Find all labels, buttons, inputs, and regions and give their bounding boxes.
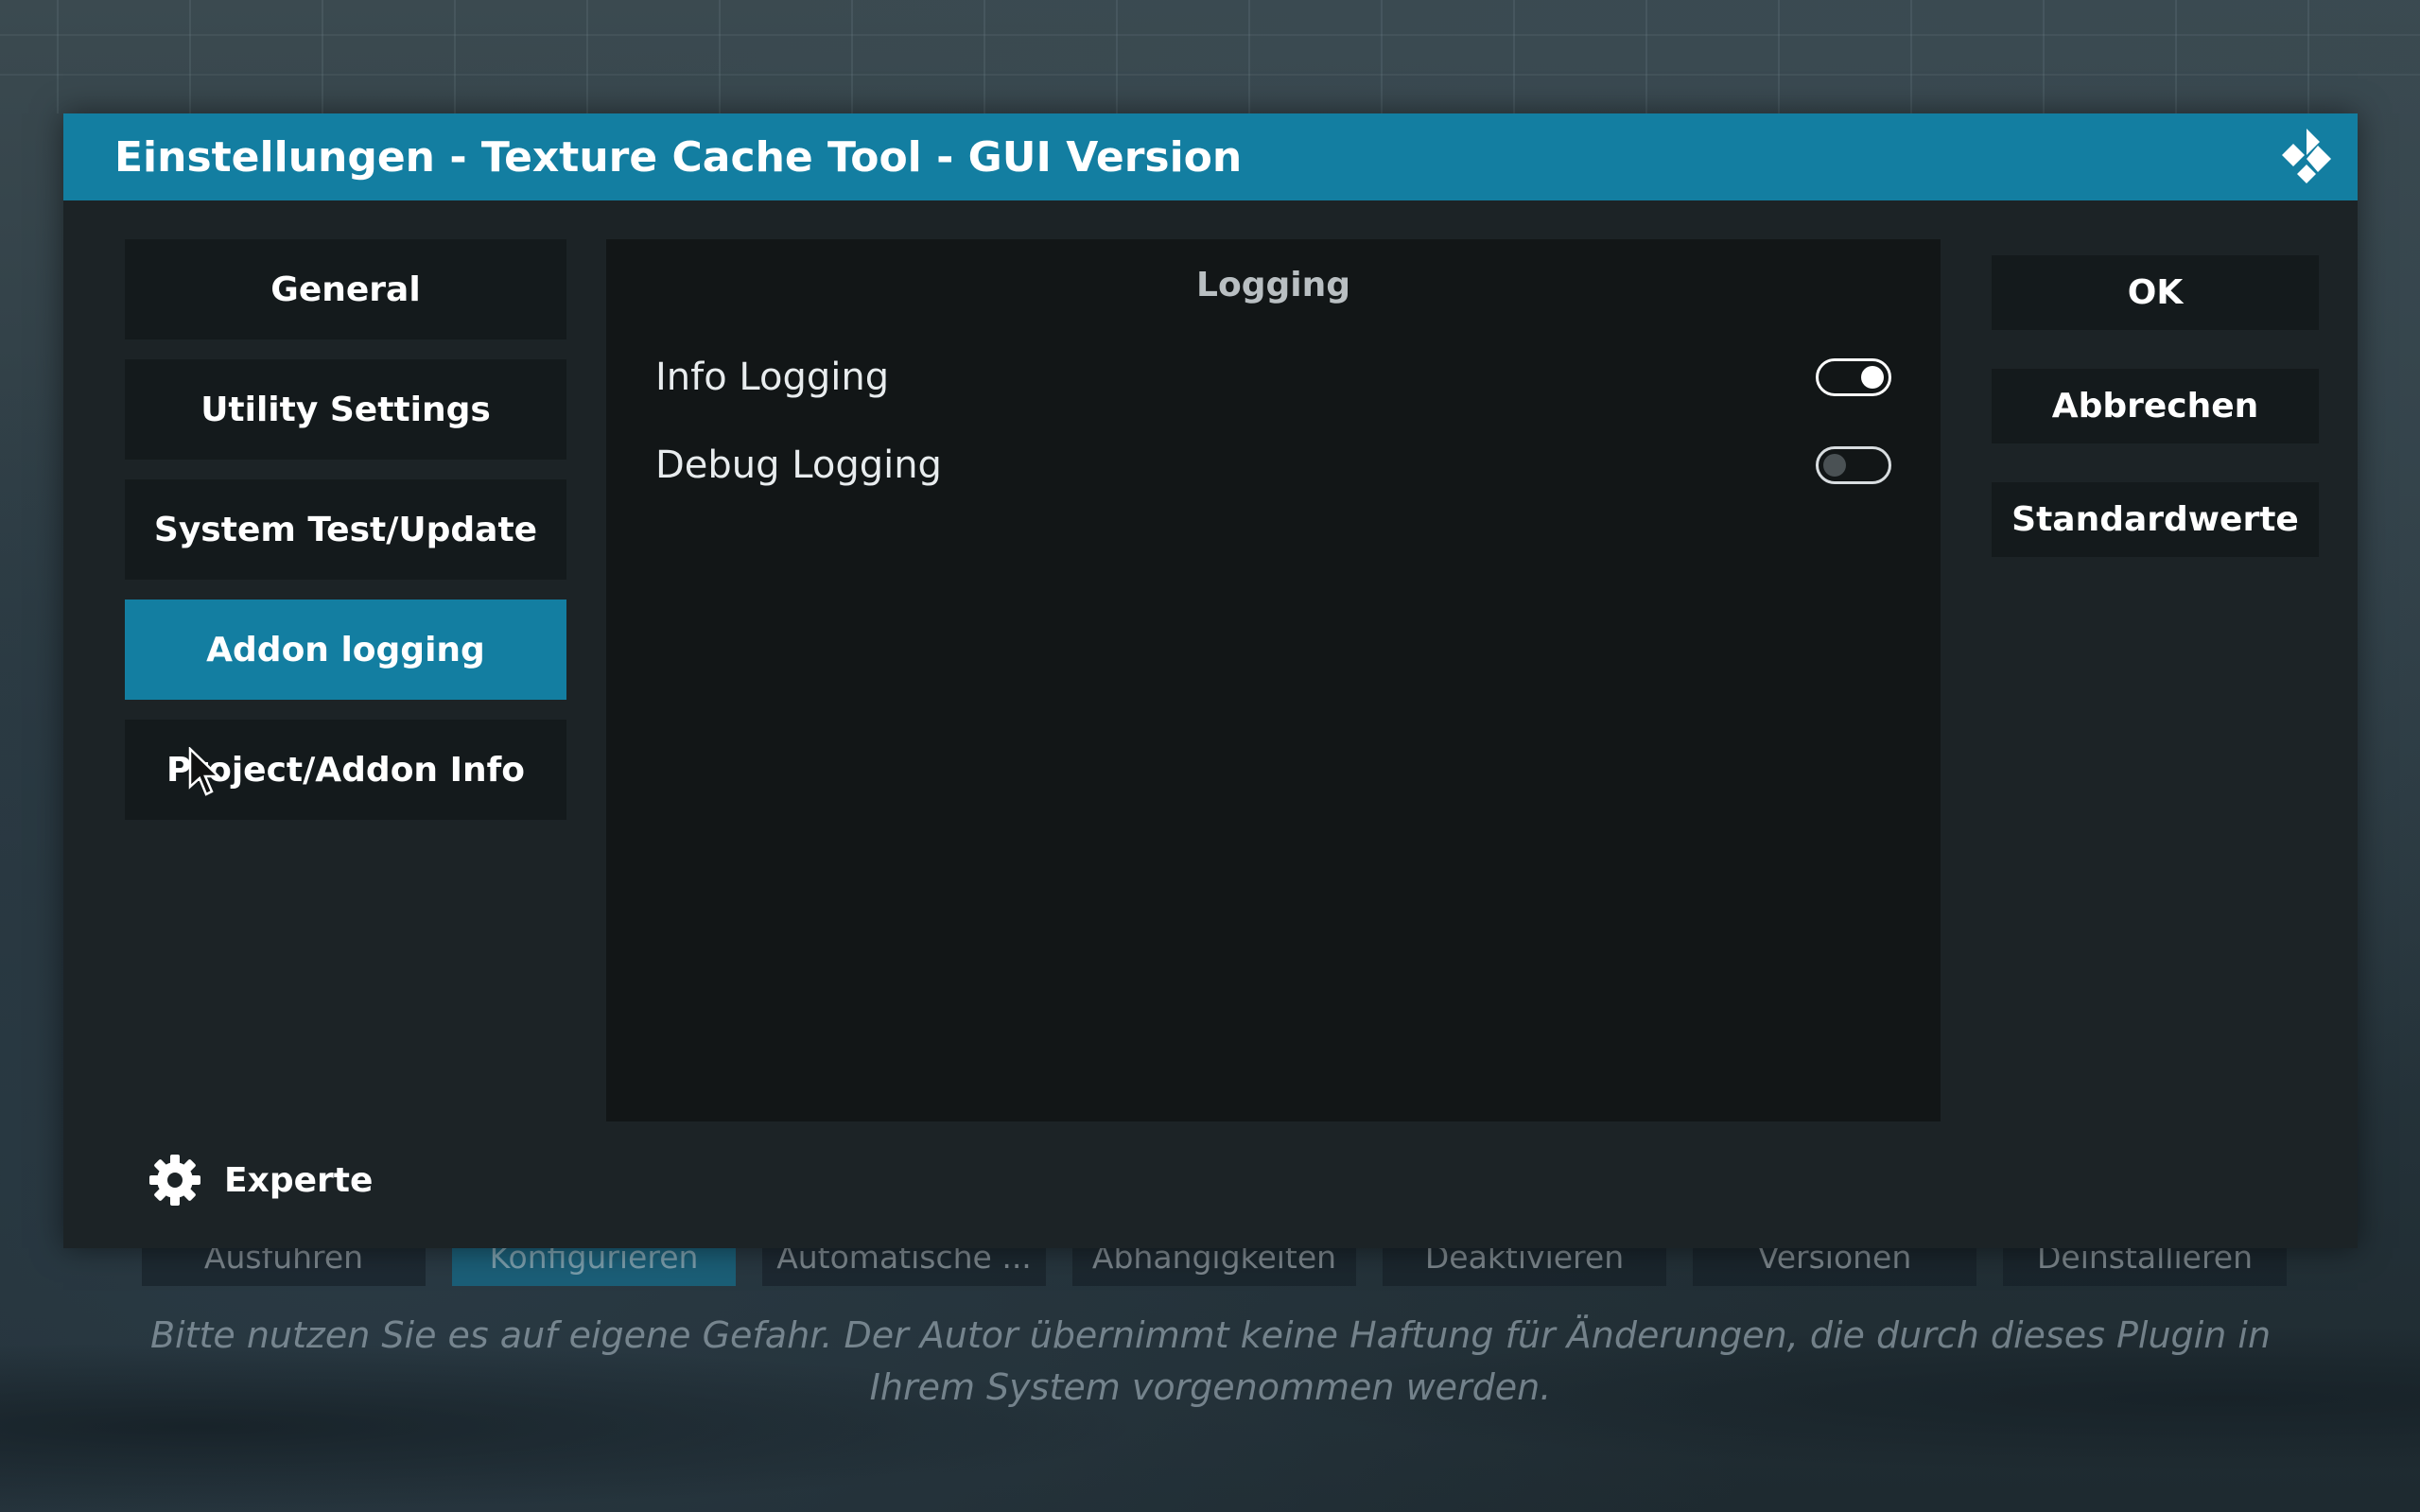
gear-icon	[149, 1155, 200, 1206]
mouse-cursor-icon	[188, 747, 222, 796]
background-whiteboard	[0, 0, 2420, 113]
toggle-knob	[1861, 366, 1884, 389]
settings-level-label: Experte	[224, 1160, 374, 1200]
info-logging-toggle[interactable]	[1816, 358, 1891, 396]
settings-group-heading: Logging	[1196, 266, 1350, 304]
cancel-button[interactable]: Abbrechen	[1992, 369, 2319, 443]
settings-level-button[interactable]: Experte	[148, 1154, 373, 1207]
kodi-logo-icon	[2282, 129, 2331, 183]
category-general[interactable]: General	[125, 239, 566, 339]
ok-button[interactable]: OK	[1992, 255, 2319, 330]
dialog-titlebar: Einstellungen - Texture Cache Tool - GUI…	[63, 113, 2358, 200]
disclaimer-text: Bitte nutzen Sie es auf eigene Gefahr. D…	[149, 1314, 2272, 1408]
debug-logging-toggle[interactable]	[1816, 446, 1891, 484]
dialog-actions: OK Abbrechen Standardwerte	[1992, 255, 2319, 596]
settings-panel: Logging Info Logging Debug Logging	[606, 239, 1941, 1121]
setting-label: Info Logging	[655, 356, 890, 399]
setting-label: Debug Logging	[655, 443, 942, 487]
reset-defaults-button[interactable]: Standardwerte	[1992, 482, 2319, 557]
settings-dialog: Einstellungen - Texture Cache Tool - GUI…	[63, 113, 2358, 1248]
category-utility-settings[interactable]: Utility Settings	[125, 359, 566, 460]
category-system-test-update[interactable]: System Test/Update	[125, 479, 566, 580]
setting-info-logging[interactable]: Info Logging	[606, 339, 1941, 415]
setting-debug-logging[interactable]: Debug Logging	[606, 427, 1941, 503]
dialog-title: Einstellungen - Texture Cache Tool - GUI…	[114, 132, 1243, 182]
category-addon-logging[interactable]: Addon logging	[125, 600, 566, 700]
toggle-knob	[1823, 454, 1846, 477]
